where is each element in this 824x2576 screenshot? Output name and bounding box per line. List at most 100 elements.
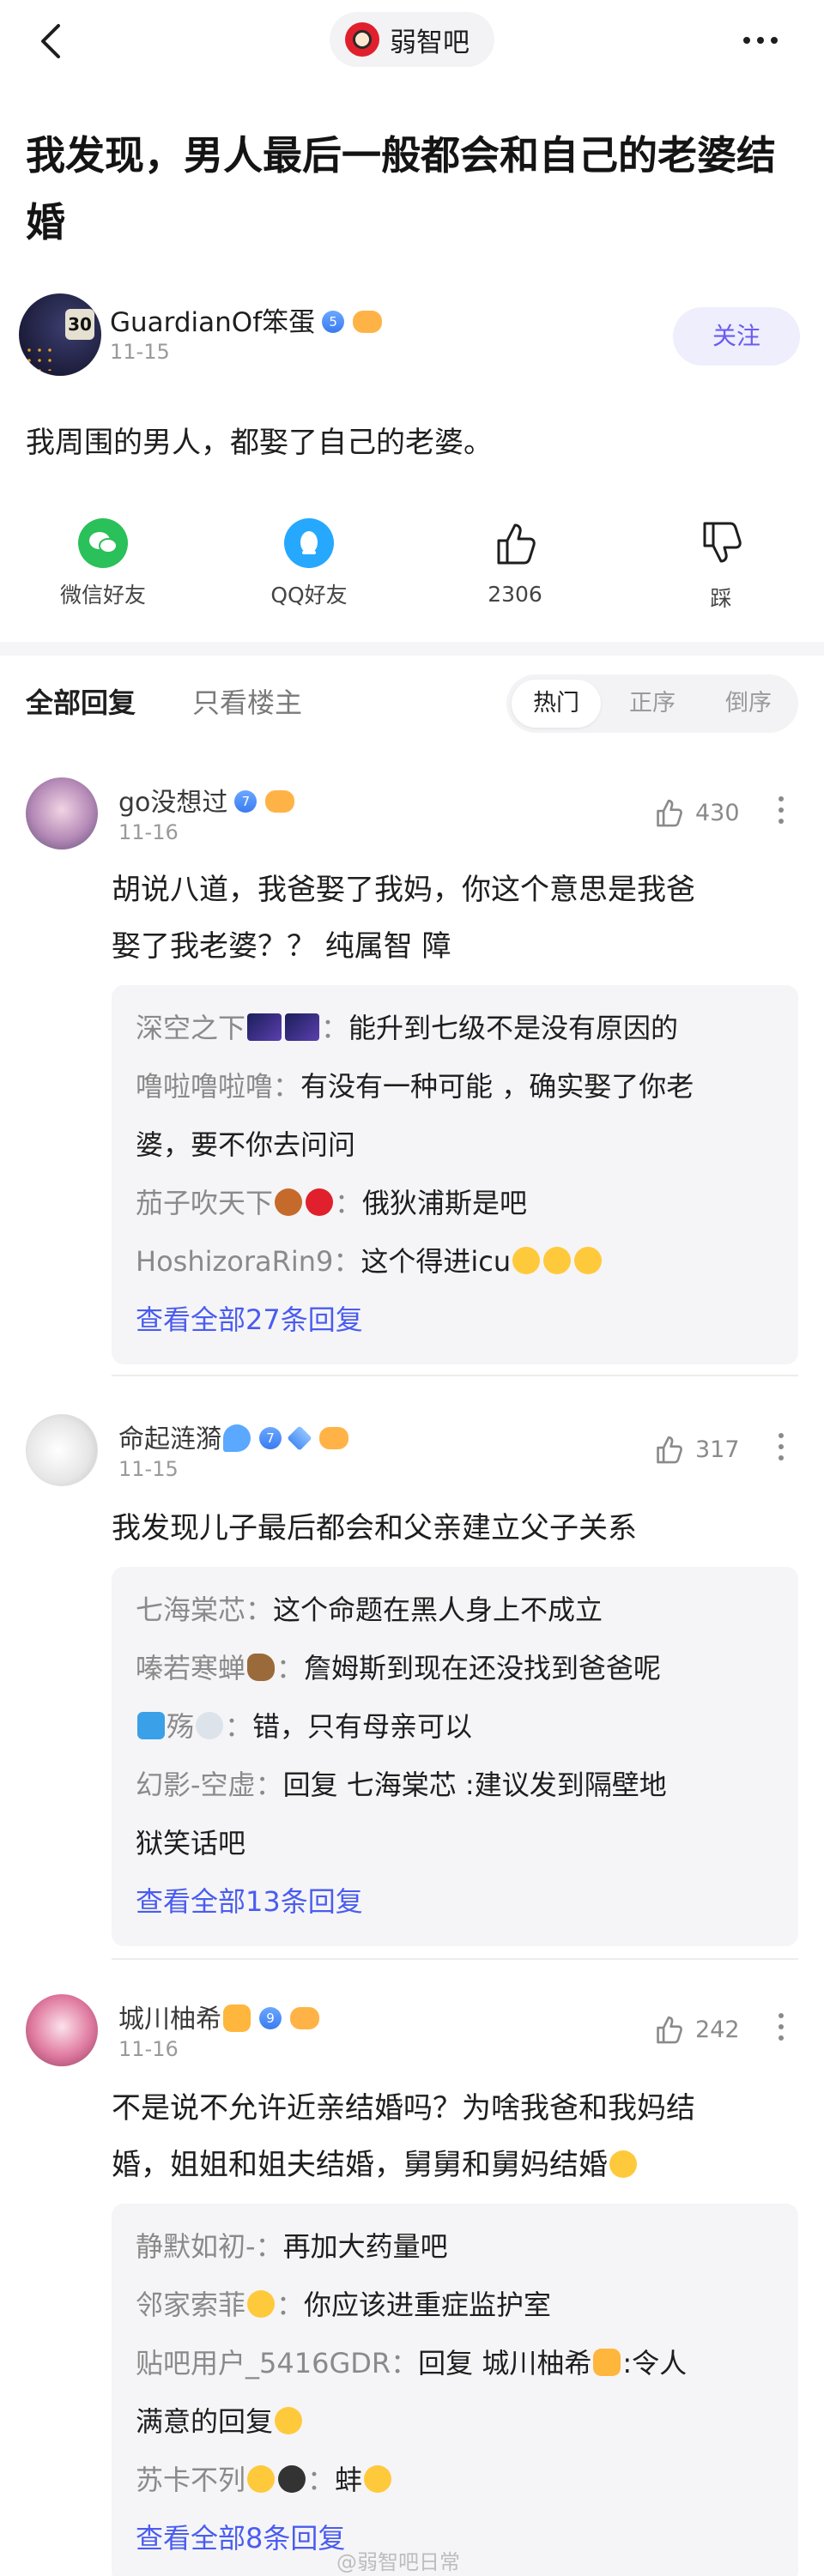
comment-more-icon[interactable]	[776, 796, 786, 831]
top-bar: 弱智吧	[0, 0, 824, 82]
sub-reply[interactable]: HoshizoraRin9：这个得进icu	[136, 1232, 774, 1291]
forum-name: 弱智吧	[390, 27, 470, 58]
commenter-avatar[interactable]	[26, 777, 98, 850]
sort-hot[interactable]: 热门	[512, 680, 601, 728]
wechat-icon	[78, 518, 128, 568]
sub-reply-user[interactable]: 幻影-空虚	[136, 1769, 256, 1801]
member-badge-icon	[353, 310, 383, 333]
comment-like-button[interactable]: 430	[652, 793, 755, 831]
night-sky-emoji-icon	[285, 1013, 320, 1041]
comment-text-line: 婚，姐姐和姐夫结婚，舅舅和舅妈结婚	[112, 2148, 608, 2182]
sub-reply[interactable]: 贴吧用户_5416GDR：回复 城川柚希:令人 满意的回复	[136, 2334, 774, 2451]
sub-reply-user[interactable]: 贴吧用户_5416GDR	[136, 2347, 391, 2379]
comment-text: 不是说不允许近亲结婚吗？为啥我爸和我妈结 婚，姐姐和姐夫结婚，舅舅和舅妈结婚	[112, 2080, 798, 2193]
sub-reply[interactable]: 深空之下 ：能升到七级不是没有原因的	[136, 999, 774, 1057]
comment-text-line: 娶了我老婆？？ 纯属智 障	[112, 929, 451, 964]
author-name[interactable]: GuardianOf笨蛋 5	[110, 300, 383, 339]
follow-button[interactable]: 关注	[673, 307, 800, 366]
dark-face-emoji-icon	[278, 2465, 306, 2493]
watermark: @弱智吧日常	[336, 2550, 460, 2574]
sub-replies-box: 静默如初-：再加大药量吧 邻家索菲 ：你应该进重症监护室 贴吧用户_5416GDR…	[112, 2204, 798, 2576]
commenter-avatar[interactable]	[26, 1994, 98, 2066]
author-avatar[interactable]: 30	[19, 293, 101, 376]
sub-reply[interactable]: 七海棠芯：这个命题在黑人身上不成立	[136, 1581, 774, 1639]
cat-emoji-icon	[593, 2349, 621, 2376]
smirk-face-emoji-icon	[247, 2465, 276, 2493]
sub-reply-user[interactable]: 邻家索菲	[136, 2289, 245, 2321]
sub-reply-user[interactable]: 深空之下	[136, 1012, 245, 1044]
dislike-label: 踩	[710, 586, 732, 611]
sub-reply[interactable]: 幻影-空虚：回复 七海棠芯 :建议发到隔壁地 狱笑话吧	[136, 1756, 774, 1872]
sub-reply-user[interactable]: 苏卡不列	[136, 2464, 245, 2496]
sub-reply-text: 再加大药量吧	[282, 2230, 448, 2263]
cloud-emoji-icon	[196, 1712, 224, 1739]
sub-reply-user[interactable]: HoshizoraRin9	[136, 1245, 333, 1278]
like-post-button[interactable]: 2306	[446, 518, 584, 607]
shocked-face-emoji-icon	[574, 1247, 603, 1274]
sub-reply[interactable]: 静默如初-：再加大药量吧	[136, 2217, 774, 2276]
thumb-up-icon	[497, 523, 536, 565]
sub-reply-user[interactable]: 殇	[167, 1710, 194, 1743]
share-qq-label: QQ好友	[270, 583, 348, 608]
view-all-replies-link[interactable]: 查看全部13条回复	[136, 1872, 774, 1931]
comment-text-line: 我发现儿子最后都会和父亲建立父子关系	[112, 1511, 637, 1545]
author-name-text: GuardianOf笨蛋	[110, 307, 316, 338]
sub-reply[interactable]: 茄子吹天下 ：俄狄浦斯是吧	[136, 1174, 774, 1232]
back-arrow-icon[interactable]	[34, 22, 69, 60]
comment-text: 我发现儿子最后都会和父亲建立父子关系	[112, 1500, 798, 1557]
comment-like-count: 430	[695, 800, 740, 826]
tab-op-only[interactable]: 只看楼主	[192, 681, 302, 721]
view-all-replies-link[interactable]: 查看全部27条回复	[136, 1291, 774, 1349]
comment-text: 胡说八道，我爸娶了我妈，你这个意思是我爸 娶了我老婆？？ 纯属智 障	[112, 862, 798, 975]
sort-ascending[interactable]: 正序	[608, 680, 697, 728]
sort-toggle: 热门 正序 倒序	[506, 674, 798, 733]
thumb-up-icon	[657, 1436, 682, 1464]
more-options-icon[interactable]	[740, 26, 781, 55]
comment-date: 11-15	[118, 1457, 179, 1481]
share-qq-button[interactable]: QQ好友	[240, 518, 378, 609]
sort-descending[interactable]: 倒序	[704, 680, 793, 728]
sub-reply-text-cont: 婆，要不你去问问	[136, 1128, 356, 1161]
commenter-name[interactable]: 命起涟漪 7	[118, 1418, 348, 1455]
flirty-face-emoji-icon	[609, 2150, 637, 2178]
sub-reply[interactable]: 殇：错，只有母亲可以	[136, 1697, 774, 1756]
member-badge-icon	[319, 1426, 348, 1449]
post-title: 我发现，男人最后一般都会和自己的老婆结婚	[26, 132, 776, 245]
comment-text-line: 不是说不允许近亲结婚吗？为啥我爸和我妈结	[112, 2091, 695, 2126]
sub-reply-user[interactable]: 茄子吹天下	[136, 1187, 273, 1219]
forum-pill[interactable]: 弱智吧	[330, 12, 494, 67]
comment-more-icon[interactable]	[776, 2013, 786, 2047]
sub-reply-text-cont: 满意的回复	[136, 2405, 274, 2438]
commenter-avatar[interactable]	[26, 1414, 98, 1486]
avatar-badge-30: 30	[65, 309, 94, 340]
level-badge: 5	[322, 310, 345, 333]
commenter-name[interactable]: 城川柚希 9	[118, 1998, 319, 2035]
comment-like-count: 317	[695, 1436, 740, 1463]
section-divider	[0, 642, 824, 656]
sub-reply-user[interactable]: 嗪若寒蝉	[136, 1652, 245, 1684]
level-badge: 9	[259, 2006, 282, 2029]
comment-like-button[interactable]: 317	[652, 1430, 755, 1467]
sub-reply[interactable]: 嗪若寒蝉 ：詹姆斯到现在还没找到爸爸呢	[136, 1639, 774, 1697]
sub-reply-user[interactable]: 七海棠芯	[136, 1593, 245, 1626]
sub-reply-user[interactable]: 噜啦噜啦噜	[136, 1070, 273, 1103]
shocked-face-emoji-icon	[543, 1247, 572, 1274]
sub-reply[interactable]: 邻家索菲 ：你应该进重症监护室	[136, 2276, 774, 2334]
wave-emoji-icon	[137, 1712, 165, 1739]
dislike-post-button[interactable]: 踩	[652, 518, 790, 613]
thumb-up-icon	[657, 2016, 682, 2044]
tab-all-replies[interactable]: 全部回复	[26, 681, 136, 721]
share-wechat-button[interactable]: 微信好友	[34, 518, 172, 609]
post-body: 我周围的男人，都娶了自己的老婆。	[26, 426, 493, 460]
member-badge-icon	[265, 789, 295, 813]
comment-more-icon[interactable]	[776, 1433, 786, 1467]
sub-reply[interactable]: 苏卡不列 ：蚌	[136, 2451, 774, 2509]
sub-reply-user[interactable]: 静默如初-	[136, 2230, 256, 2263]
sub-reply-text: 这个命题在黑人身上不成立	[273, 1593, 603, 1626]
sub-reply[interactable]: 噜啦噜啦噜：有没有一种可能 ，确实娶了你老 婆，要不你去问问	[136, 1057, 774, 1174]
comment-text-line-wrap: 婚，姐姐和姐夫结婚，舅舅和舅妈结婚	[112, 2137, 798, 2193]
commenter-name[interactable]: go没想过 7	[118, 781, 295, 819]
level-badge: 7	[259, 1426, 282, 1449]
sub-reply-text: 能升到七级不是没有原因的	[348, 1012, 679, 1044]
comment-like-button[interactable]: 242	[652, 2010, 755, 2047]
